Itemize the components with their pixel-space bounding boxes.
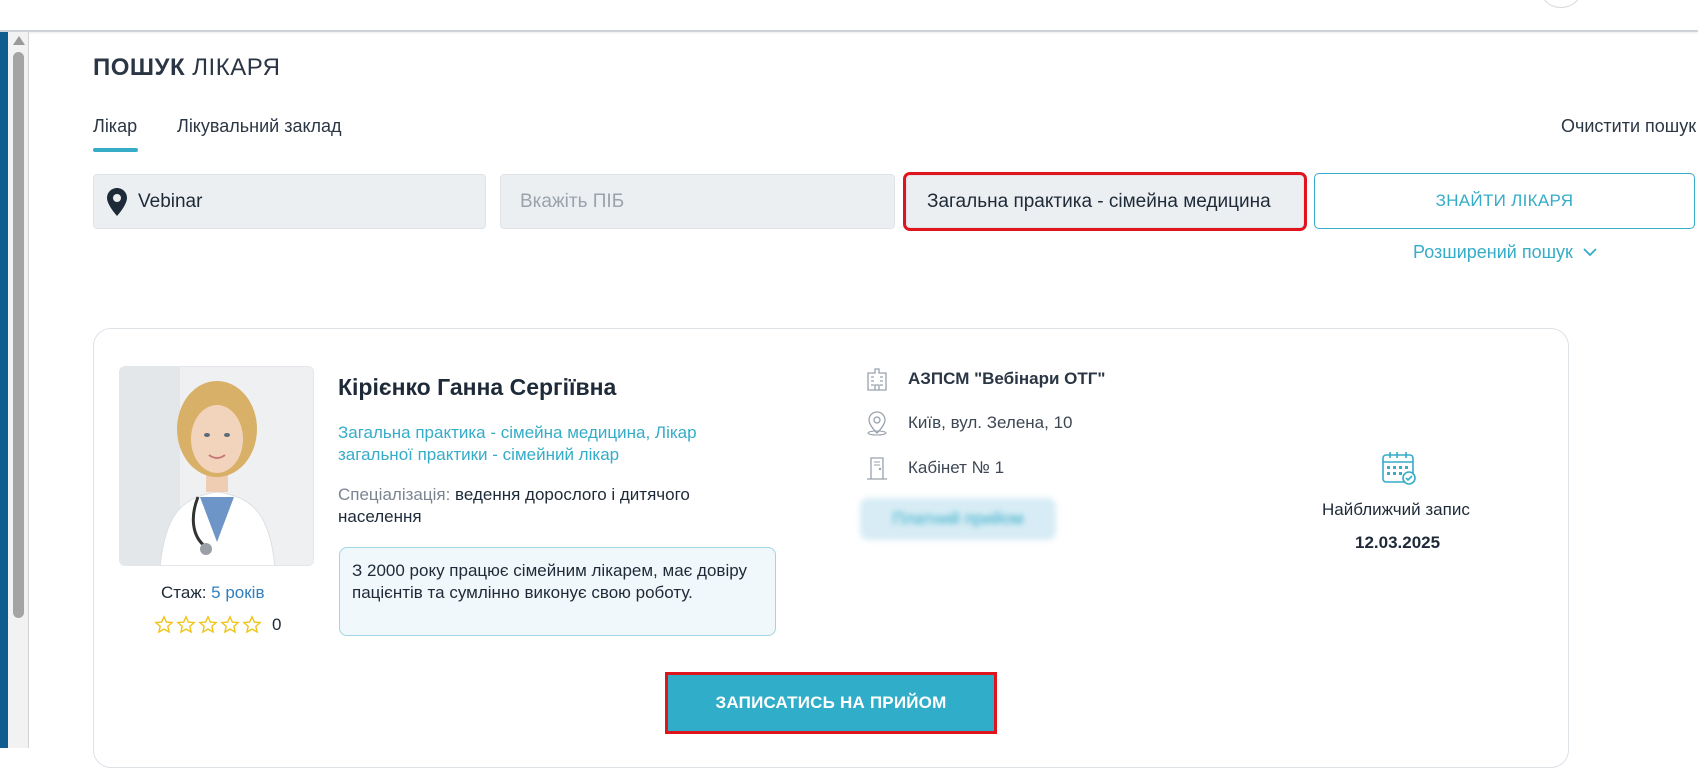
star-icon <box>242 615 262 634</box>
specialization-label: Спеціалізація: <box>338 485 451 504</box>
scrollbar[interactable] <box>8 32 29 748</box>
doctor-photo <box>119 366 314 566</box>
experience: Стаж: 5 років <box>161 583 265 603</box>
page-title-bold: ПОШУК <box>93 54 186 81</box>
book-appointment-button[interactable]: ЗАПИСАТИСЬ НА ПРИЙОМ <box>665 672 997 734</box>
doctor-name[interactable]: Кірієнко Ганна Сергіївна <box>338 374 616 401</box>
sidebar-edge <box>0 32 8 748</box>
top-bar <box>0 0 1698 32</box>
cabinet-row: Кабінет № 1 <box>864 455 1004 481</box>
nearest-appointment-label: Найближчий запис <box>1322 500 1470 519</box>
paid-appointment-badge: Платний прийом <box>860 498 1056 540</box>
rating-count: 0 <box>272 615 282 634</box>
experience-label: Стаж: <box>161 583 207 602</box>
star-icon <box>176 615 196 634</box>
clear-search-link[interactable]: Очистити пошук <box>1561 116 1698 137</box>
advanced-search-label: Розширений пошук <box>1413 242 1573 262</box>
active-tab-indicator <box>93 148 138 152</box>
door-icon <box>867 457 887 480</box>
clinic-address: Київ, вул. Зелена, 10 <box>908 413 1073 432</box>
page-title-light: ЛІКАРЯ <box>192 54 281 81</box>
location-pin-icon <box>867 411 887 436</box>
experience-value: 5 років <box>211 583 265 602</box>
location-field[interactable]: Vebinar <box>93 174 486 229</box>
clinic-name: АЗПСМ "Вебінари ОТГ" <box>908 369 1106 388</box>
rating: 0 <box>154 615 281 635</box>
scroll-up-arrow-icon[interactable] <box>13 36 25 45</box>
location-pin-icon <box>107 187 127 216</box>
scroll-thumb[interactable] <box>13 52 24 618</box>
tab-facility[interactable]: Лікувальний заклад <box>177 116 342 137</box>
cabinet-number: Кабінет № 1 <box>908 458 1005 477</box>
tab-doctor[interactable]: Лікар <box>93 116 137 137</box>
star-icon <box>154 615 174 634</box>
specialty-select[interactable]: Загальна практика - сімейна медицина <box>903 172 1307 231</box>
advanced-search-toggle[interactable]: Розширений пошук <box>1413 242 1597 263</box>
chevron-down-icon <box>1583 248 1597 257</box>
calendar-icon <box>1382 452 1416 485</box>
doctor-about: З 2000 року працює сімейним лікарем, має… <box>339 547 776 636</box>
doctor-specialties: Загальна практика - сімейна медицина, Лі… <box>338 423 697 464</box>
avatar[interactable] <box>1541 0 1581 8</box>
address-row: Київ, вул. Зелена, 10 <box>864 410 1072 436</box>
page-title: ПОШУК ЛІКАРЯ <box>93 54 281 82</box>
star-icon <box>220 615 240 634</box>
nearest-appointment-date: 12.03.2025 <box>1355 533 1441 552</box>
building-icon <box>867 368 887 391</box>
find-doctor-button[interactable]: ЗНАЙТИ ЛІКАРЯ <box>1314 173 1695 229</box>
star-icon <box>198 615 218 634</box>
name-search-input[interactable]: Вкажіть ПІБ <box>500 174 895 229</box>
clinic-row: АЗПСМ "Вебінари ОТГ" <box>864 366 1105 392</box>
doctor-specialization: Спеціалізація: ведення дорослого і дитяч… <box>338 484 758 528</box>
location-value: Vebinar <box>138 190 203 212</box>
doctor-photo-image <box>120 367 313 565</box>
